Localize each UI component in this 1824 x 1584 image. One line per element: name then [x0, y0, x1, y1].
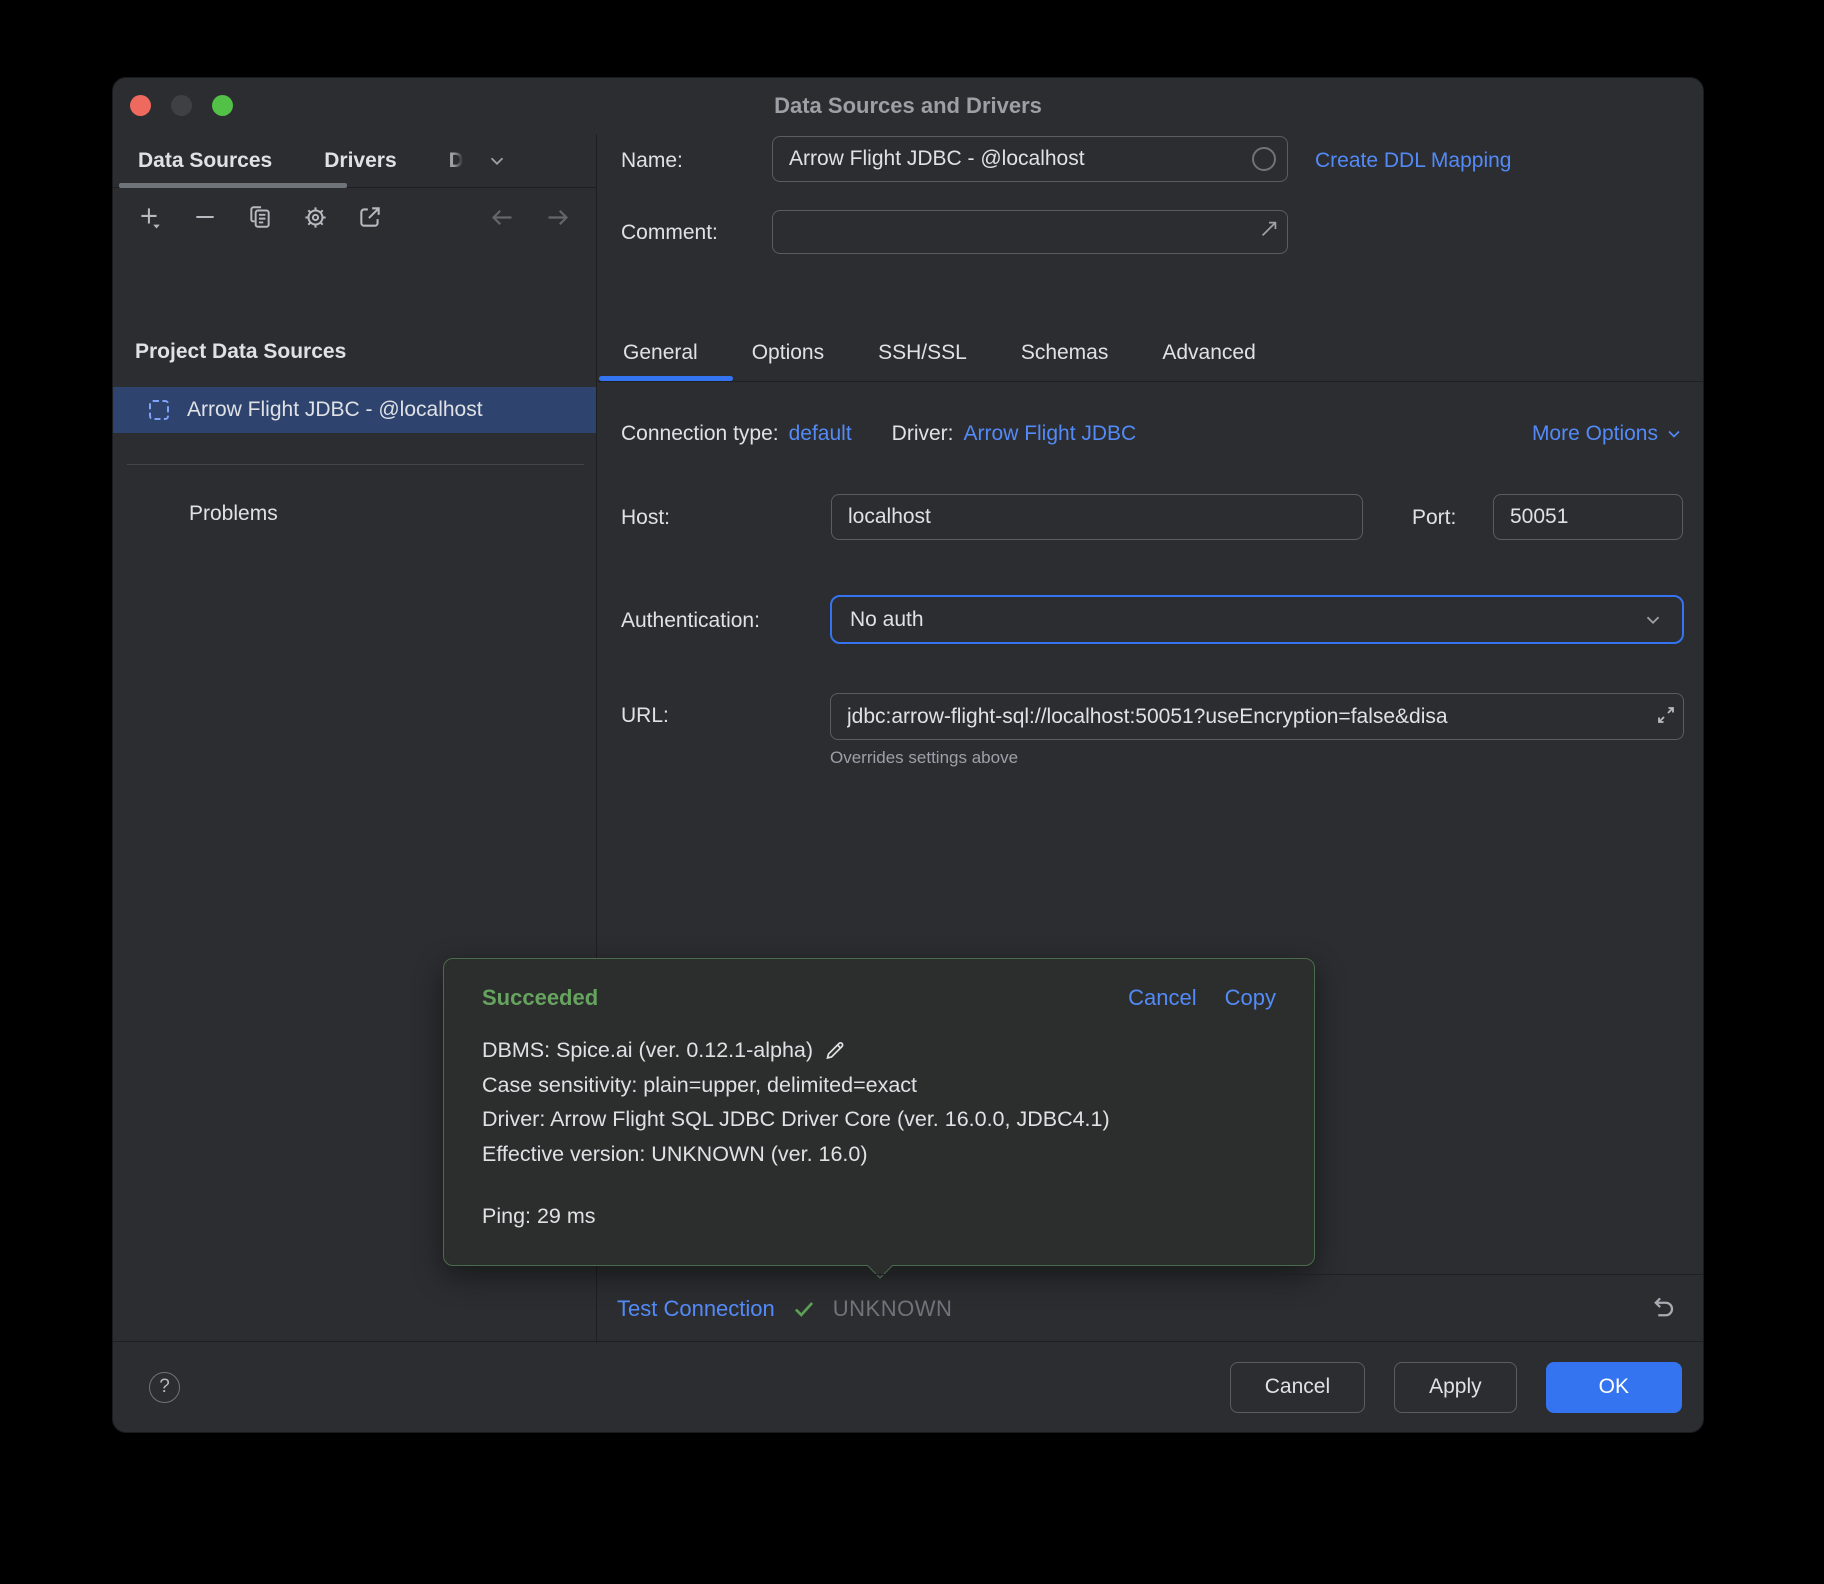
tab-drivers[interactable]: Drivers — [324, 149, 396, 173]
url-label: URL: — [621, 704, 669, 728]
popup-effective-line: Effective version: UNKNOWN (ver. 16.0) — [482, 1137, 1284, 1172]
test-connection-popup: Succeeded Cancel Copy DBMS: Spice.ai (ve… — [443, 958, 1315, 1266]
test-connection-link[interactable]: Test Connection — [617, 1296, 775, 1322]
url-input[interactable] — [830, 693, 1684, 740]
popup-links: Cancel Copy — [1128, 985, 1276, 1011]
name-input[interactable] — [772, 136, 1288, 182]
url-field-wrap — [830, 693, 1684, 740]
popup-status: Succeeded — [482, 985, 1128, 1011]
tab-options[interactable]: Options — [752, 341, 824, 365]
chevron-down-icon — [1664, 424, 1684, 444]
authentication-label: Authentication: — [621, 609, 760, 633]
port-label: Port: — [1412, 506, 1456, 530]
sidebar-item-problems[interactable]: Problems — [189, 502, 278, 526]
popup-copy-link[interactable]: Copy — [1225, 985, 1276, 1011]
popup-cancel-link[interactable]: Cancel — [1128, 985, 1196, 1011]
progress-circle-icon — [1252, 147, 1276, 171]
close-window-button[interactable] — [130, 95, 151, 116]
tab-advanced[interactable]: Advanced — [1162, 341, 1255, 365]
duplicate-button[interactable] — [245, 202, 275, 232]
zoom-window-button[interactable] — [212, 95, 233, 116]
url-hint: Overrides settings above — [830, 748, 1018, 768]
minus-icon — [192, 204, 218, 230]
tab-general[interactable]: General — [623, 341, 698, 365]
host-input[interactable] — [831, 494, 1363, 540]
popup-header: Succeeded Cancel Copy — [482, 985, 1276, 1011]
revert-button[interactable] — [1647, 1294, 1677, 1324]
create-ddl-mapping-link[interactable]: Create DDL Mapping — [1315, 149, 1512, 173]
connection-type-row: Connection type: default Driver: Arrow F… — [621, 422, 1136, 446]
project-data-sources-header: Project Data Sources — [135, 340, 346, 364]
window-title: Data Sources and Drivers — [113, 78, 1703, 134]
chevron-down-icon — [1642, 609, 1664, 631]
add-data-source-button[interactable] — [135, 202, 165, 232]
arrow-left-icon — [489, 204, 516, 231]
comment-field-wrap — [772, 210, 1288, 254]
driver-value-link[interactable]: Arrow Flight JDBC — [964, 422, 1137, 446]
export-icon — [357, 204, 383, 230]
tabs-divider — [597, 381, 1704, 382]
open-in-editor-button[interactable] — [355, 202, 385, 232]
data-source-item-label: Arrow Flight JDBC - @localhost — [187, 398, 483, 422]
sidebar-divider — [127, 464, 584, 465]
title-bar: Data Sources and Drivers — [113, 78, 1703, 134]
popup-driver-line: Driver: Arrow Flight SQL JDBC Driver Cor… — [482, 1102, 1284, 1137]
active-sidebar-tab-indicator — [119, 183, 347, 188]
arrow-right-icon — [544, 204, 571, 231]
back-button[interactable] — [487, 202, 517, 232]
name-label: Name: — [621, 149, 683, 173]
popup-ping: Ping: 29 ms — [482, 1204, 596, 1229]
form-tab-bar: General Options SSH/SSL Schemas Advanced — [623, 324, 1256, 381]
screen: Data Sources and Drivers Data Sources Dr… — [0, 0, 1824, 1584]
sidebar-tab-bar: Data Sources Drivers D — [113, 134, 596, 188]
tab-ssh-ssl[interactable]: SSH/SSL — [878, 341, 967, 365]
minimize-window-button[interactable] — [171, 95, 192, 116]
authentication-select[interactable]: No auth — [830, 595, 1684, 644]
plus-icon — [137, 204, 163, 230]
apply-button[interactable]: Apply — [1394, 1362, 1517, 1413]
expand-url-icon[interactable] — [1654, 703, 1678, 727]
sidebar-toolbar — [113, 188, 596, 246]
name-field-wrap — [772, 136, 1288, 182]
tab-overflow-chevron-icon[interactable] — [486, 150, 508, 172]
expand-comment-icon[interactable] — [1258, 218, 1280, 240]
comment-input[interactable] — [772, 210, 1288, 254]
popup-dbms-text: DBMS: Spice.ai (ver. 0.12.1-alpha) — [482, 1033, 813, 1068]
tab-ddl-truncated[interactable]: D — [449, 149, 464, 173]
connection-type-value-link[interactable]: default — [789, 422, 852, 446]
remove-data-source-button[interactable] — [190, 202, 220, 232]
test-status: UNKNOWN — [833, 1296, 953, 1322]
forward-button[interactable] — [542, 202, 572, 232]
popup-body: DBMS: Spice.ai (ver. 0.12.1-alpha) Case … — [482, 1033, 1284, 1171]
ok-button[interactable]: OK — [1546, 1362, 1682, 1413]
popup-case-line: Case sensitivity: plain=upper, delimited… — [482, 1068, 1284, 1103]
host-label: Host: — [621, 506, 670, 530]
authentication-value: No auth — [850, 608, 1642, 632]
database-icon — [149, 400, 169, 420]
help-button[interactable]: ? — [149, 1372, 180, 1403]
connection-type-label: Connection type: — [621, 422, 779, 446]
checkmark-icon — [791, 1296, 817, 1322]
more-options-link[interactable]: More Options — [1532, 422, 1684, 446]
data-source-settings-button[interactable] — [300, 202, 330, 232]
gear-icon — [302, 204, 329, 231]
comment-label: Comment: — [621, 221, 718, 245]
driver-label: Driver: — [892, 422, 954, 446]
copy-icon — [247, 204, 273, 230]
more-options-label: More Options — [1532, 422, 1658, 446]
cancel-button[interactable]: Cancel — [1230, 1362, 1365, 1413]
tab-schemas[interactable]: Schemas — [1021, 341, 1109, 365]
dialog-footer: ? Cancel Apply OK — [113, 1341, 1703, 1432]
pencil-icon[interactable] — [823, 1038, 847, 1062]
data-source-item-selected[interactable]: Arrow Flight JDBC - @localhost — [113, 387, 596, 433]
test-connection-bar: Test Connection UNKNOWN — [597, 1274, 1703, 1343]
popup-dbms-line: DBMS: Spice.ai (ver. 0.12.1-alpha) — [482, 1033, 1284, 1068]
tab-data-sources[interactable]: Data Sources — [138, 149, 272, 173]
undo-icon — [1647, 1294, 1677, 1324]
data-sources-dialog: Data Sources and Drivers Data Sources Dr… — [112, 77, 1704, 1433]
port-input[interactable] — [1493, 494, 1683, 540]
